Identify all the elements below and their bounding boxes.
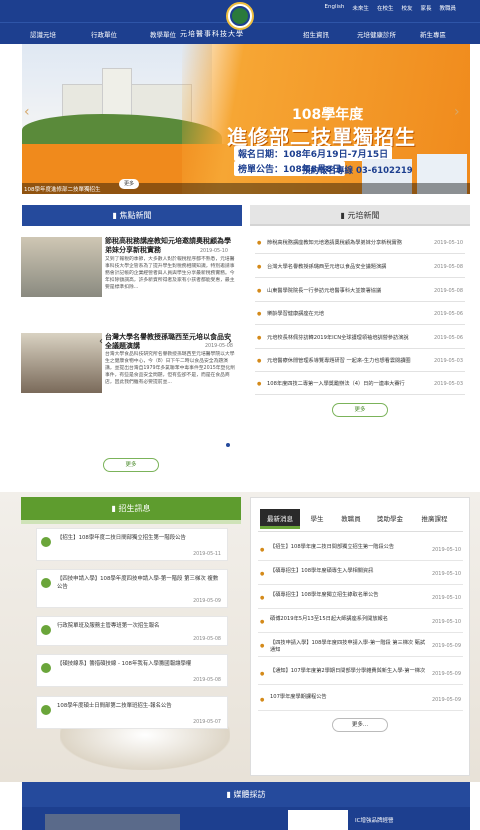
top-link-future[interactable]: 未來生 xyxy=(352,4,369,12)
focus-news-body-2: 台灣大學食品科技研究所名譽教授孫璐西至元培醫學院以大學生之健康食物中心，今（8）… xyxy=(105,352,235,385)
panel-item[interactable]: 【碩專招生】108學年度碩專生入學相關資訊 xyxy=(270,568,430,575)
campus-news-date: 2019-05-06 xyxy=(433,335,463,341)
campus-news-date: 2019-05-08 xyxy=(433,264,463,270)
top-links: English 未來生 在校生 校友 家長 教職員 xyxy=(325,4,456,12)
recruit-header: ▮ 招生訊息 xyxy=(21,497,241,520)
panel-item[interactable]: 碩博2019年5月13至15日起大師講座系列開放報名 xyxy=(270,616,430,623)
media-header: ▮ 媒體採訪 xyxy=(22,782,470,807)
panel-item[interactable]: 【碩專招生】108學年度獨立招生錄取名單公告 xyxy=(270,592,430,599)
focus-news-title: 焦點新聞 xyxy=(119,211,152,220)
nav-admin[interactable]: 行政單位 xyxy=(91,29,117,39)
top-link-students[interactable]: 在校生 xyxy=(377,4,394,12)
recruit-header-bar xyxy=(21,520,241,524)
campus-news-date: 2019-05-06 xyxy=(433,311,463,317)
nav-admission[interactable]: 招生資訊 xyxy=(303,29,329,39)
focus-more-button[interactable]: 更多 xyxy=(103,458,159,472)
banner-caption: 108學年度進修部二技單獨招生 xyxy=(24,187,101,193)
nav-about[interactable]: 認識元培 xyxy=(30,29,56,39)
campus-news-item[interactable]: 元培校長林佩芬訪韓2019年ICN全球護理領袖培訓營參訪演說 xyxy=(267,334,432,341)
panel-item[interactable]: 【招生】108學年度二技日間部獨立招生第一階段公告 xyxy=(270,544,430,551)
recruit-icon xyxy=(41,663,51,673)
focus-news-body-1: 又到了報稅的季節，大多數人對於報稅程序都不熟悉，元培醫事科技大學企管系為了提升學… xyxy=(105,257,235,290)
top-link-parents[interactable]: 家長 xyxy=(420,4,431,12)
panel-item[interactable]: 【四技申請入學】108學年度四技申請入學-第一階段 第三梯次 甄試通知 xyxy=(270,640,430,654)
campus-news-item[interactable]: 山東醫學院院長一行參訪元培醫事科大並簽署協議 xyxy=(267,287,432,294)
panel-item[interactable]: 【通知】107學年度第2學期日間部學分學雜費與新生入學-第一梯次 xyxy=(270,668,430,675)
recruit-item[interactable]: 【碩技線系】籌措碩技線 - 108年我有入學籌國報讓學權 2019-05-08 xyxy=(36,654,228,687)
campus-news-item[interactable]: 108年度四技二專第一入學獎勵辦法（4）日的一連串大賽行 xyxy=(267,380,432,387)
campus-news-date: 2019-05-03 xyxy=(433,358,463,364)
recruit-item[interactable]: 行政院單班及服務主管專班第一次招生報名 2019-05-08 xyxy=(36,616,228,646)
recruit-icon xyxy=(41,578,51,588)
campus-news-item[interactable]: 節稅高稅務講座教知元培邀請奧稅顧為學弟妹分享新稅實務 xyxy=(267,239,432,246)
banner-phone: 預約報名專線 03-6102219 xyxy=(302,166,413,176)
school-name[interactable]: 元培醫事科技大學 xyxy=(180,29,244,39)
campus-news-date: 2019-05-10 xyxy=(433,240,463,246)
focus-prev-icon[interactable]: ‹ xyxy=(99,336,103,347)
campus-news-date: 2019-05-03 xyxy=(433,381,463,387)
campus-news-item[interactable]: 台灣大學名譽教授孫璐西至元培以食品安全議題演講 xyxy=(267,263,432,270)
top-link-alumni[interactable]: 校友 xyxy=(401,4,412,12)
campus-more-button[interactable]: 更多 xyxy=(332,403,388,417)
nav-freshman[interactable]: 新生專區 xyxy=(420,29,446,39)
top-link-english[interactable]: English xyxy=(325,4,345,12)
tab-staff[interactable]: 教職員 xyxy=(334,509,368,529)
tab-scholarship[interactable]: 獎助學金 xyxy=(370,509,410,529)
focus-news-image-2[interactable] xyxy=(21,333,102,393)
recruit-icon xyxy=(41,705,51,715)
banner-more-button[interactable]: 更多 xyxy=(119,179,139,189)
recruit-icon xyxy=(41,625,51,635)
recruit-item[interactable]: 【招生】108學年度二技日間部獨立招生第一階段公告 2019-05-11 xyxy=(36,528,228,561)
campus-news-header: ▮ 元培新聞 xyxy=(250,205,470,226)
media-thumbnail-1[interactable] xyxy=(45,814,180,830)
recruit-icon xyxy=(41,537,51,547)
campus-news-item[interactable]: 樂齡學習健康講座在元培 xyxy=(267,310,432,317)
nav-academic[interactable]: 教學單位 xyxy=(150,29,176,39)
banner-next-icon[interactable]: › xyxy=(454,104,460,120)
recruit-item[interactable]: 【四技申請入學】108學年度四技申請入學-第一階段 第三梯次 複數公告 2019-… xyxy=(36,569,228,608)
focus-news-image-1[interactable] xyxy=(21,237,102,297)
banner-prev-icon[interactable]: ‹ xyxy=(24,104,30,120)
focus-news-header: ▮ 焦點新聞 xyxy=(22,205,242,226)
tab-latest[interactable]: 最新消息 xyxy=(260,509,300,529)
focus-next-icon[interactable]: › xyxy=(228,336,232,347)
panel-more-button[interactable]: 更多... xyxy=(332,718,388,732)
tab-courses[interactable]: 推廣課程 xyxy=(412,509,457,529)
recruit-item[interactable]: 108學年度碩士日間部第二技單班招生-報名公告 2019-05-07 xyxy=(36,696,228,729)
media-title: 媒體採訪 xyxy=(233,790,266,799)
campus-news-item[interactable]: 元培醫療休閒管理系導覽專題研習 一起來-生力也想看雲閱讀圈 xyxy=(267,357,432,364)
recruit-title: 招生訊息 xyxy=(118,504,151,513)
campus-news-date: 2019-05-08 xyxy=(433,288,463,294)
media-caption[interactable]: IC增強品牌經營 xyxy=(355,816,393,824)
tab-students[interactable]: 學生 xyxy=(302,509,332,529)
carousel-dot[interactable] xyxy=(226,443,230,447)
banner-caption-bar: 108學年度進修部二技單獨招生 xyxy=(22,183,470,194)
focus-news-date-1: 2019-05-10 xyxy=(200,249,228,254)
nav-clinic[interactable]: 元培健康診所 xyxy=(357,29,396,39)
panel-item[interactable]: 107學年度學期課程公告 xyxy=(270,694,430,701)
top-link-staff[interactable]: 教職員 xyxy=(439,4,456,12)
school-logo[interactable] xyxy=(226,2,254,30)
campus-news-title: 元培新聞 xyxy=(347,211,380,220)
media-thumbnail-2[interactable] xyxy=(288,810,348,830)
